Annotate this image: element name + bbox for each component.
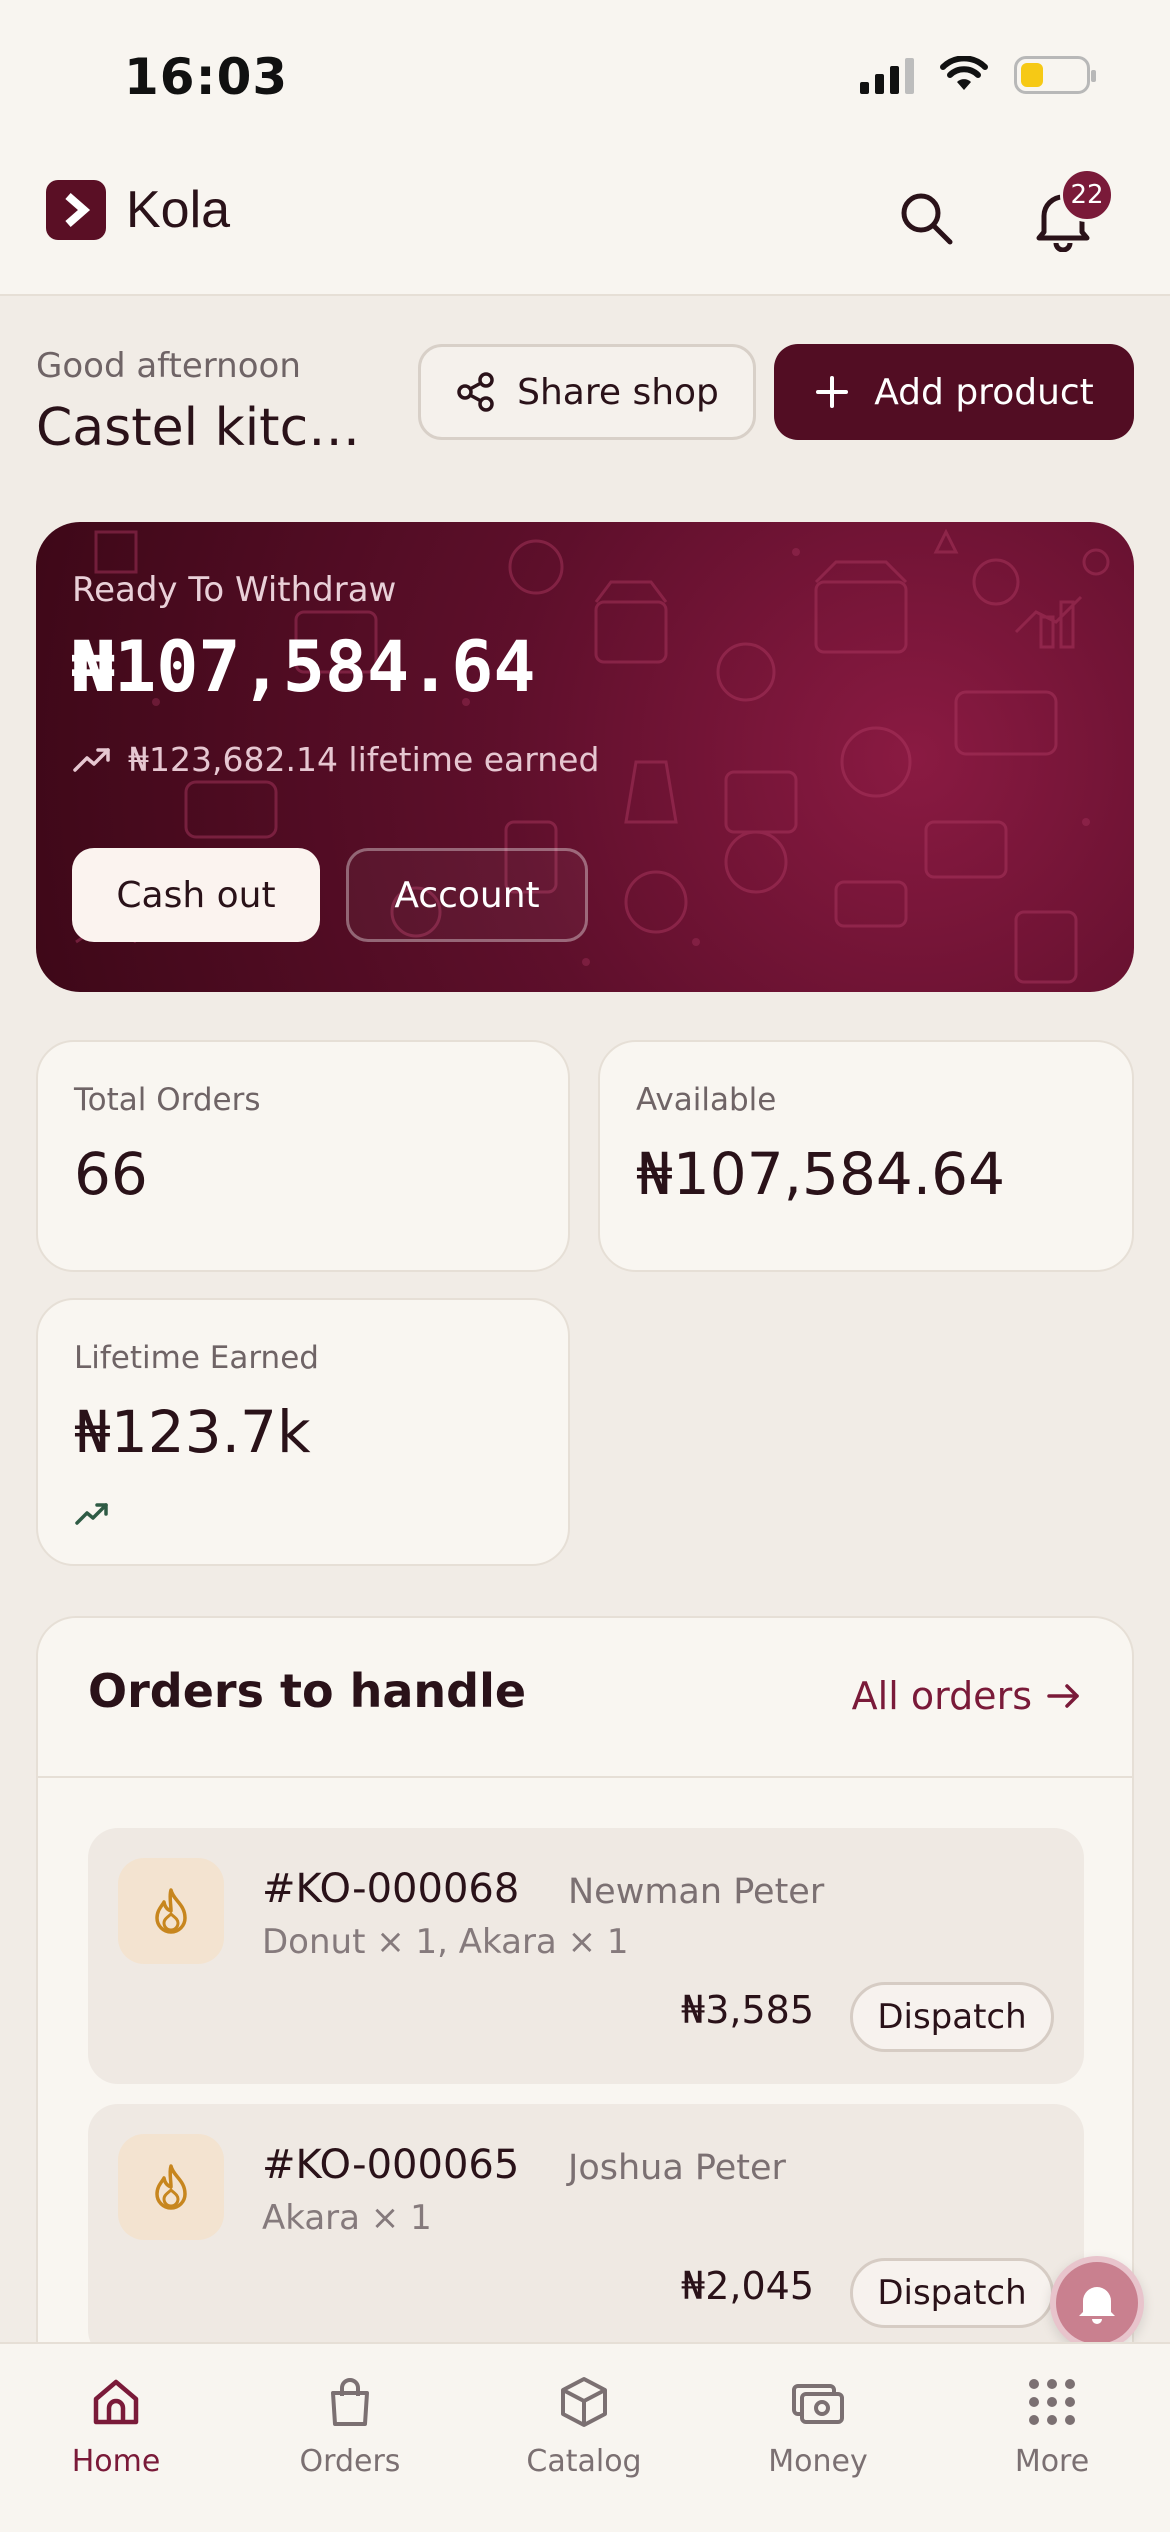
stat-value: ₦123.7k xyxy=(74,1398,311,1466)
add-product-button[interactable]: Add product xyxy=(774,344,1134,440)
flame-icon xyxy=(155,2164,187,2210)
order-customer: Newman Peter xyxy=(568,1872,825,1912)
bell-icon xyxy=(1079,2287,1115,2324)
nav-label: Home xyxy=(71,2444,161,2479)
logo-mark-icon xyxy=(46,180,106,240)
app-name: Kola xyxy=(126,181,231,239)
order-price: ₦2,045 xyxy=(681,2264,814,2308)
wallet-lifetime: ₦123,682.14 lifetime earned xyxy=(72,740,599,779)
greeting-text: Good afternoon xyxy=(36,346,301,386)
notification-count-badge: 22 xyxy=(1060,168,1114,222)
flame-icon xyxy=(155,1888,187,1934)
wifi-icon xyxy=(940,56,988,90)
trend-up-icon xyxy=(75,1503,108,1525)
orders-title: Orders to handle xyxy=(88,1664,527,1718)
nav-item-orders[interactable]: Orders xyxy=(250,2374,450,2479)
account-button[interactable]: Account xyxy=(346,848,588,942)
orders-panel: Orders to handle All orders #KO-000068 N… xyxy=(36,1616,1134,2376)
nav-label: More xyxy=(1014,2444,1090,2479)
search-button[interactable] xyxy=(896,188,956,248)
dispatch-button[interactable]: Dispatch xyxy=(850,2258,1054,2328)
nav-label: Catalog xyxy=(526,2444,642,2479)
stat-label: Lifetime Earned xyxy=(74,1340,319,1376)
order-items: Akara × 1 xyxy=(262,2198,432,2238)
add-product-label: Add product xyxy=(874,371,1094,413)
order-items: Donut × 1, Akara × 1 xyxy=(262,1922,629,1962)
share-shop-button[interactable]: Share shop xyxy=(418,344,756,440)
all-orders-label: All orders xyxy=(851,1674,1032,1718)
nav-label: Orders xyxy=(299,2444,401,2479)
orders-header: Orders to handle All orders xyxy=(38,1618,1132,1778)
stat-card-lifetime-earned: Lifetime Earned ₦123.7k xyxy=(36,1298,570,1566)
home-icon xyxy=(93,2379,139,2425)
share-icon xyxy=(457,372,494,412)
plus-icon xyxy=(816,376,849,408)
stat-label: Total Orders xyxy=(74,1082,261,1118)
wallet-label: Ready To Withdraw xyxy=(72,570,397,610)
bag-icon xyxy=(331,2378,369,2426)
money-icon xyxy=(792,2384,844,2424)
stat-card-total-orders: Total Orders 66 xyxy=(36,1040,570,1272)
shop-name: Castel kitch... xyxy=(36,398,376,458)
order-id: #KO-000068 xyxy=(262,1866,520,1912)
nav-label: Money xyxy=(768,2444,868,2479)
wallet-amount: ₦107,584.64 xyxy=(72,626,536,708)
app-logo[interactable]: Kola xyxy=(46,180,230,240)
status-icons xyxy=(860,56,1096,94)
order-status-icon xyxy=(118,1858,224,1964)
all-orders-link[interactable]: All orders xyxy=(852,1674,1082,1718)
arrow-right-icon xyxy=(1047,1684,1079,1708)
bottom-nav: Home Orders Catalog Money More xyxy=(0,2342,1170,2532)
stat-value: ₦107,584.64 xyxy=(636,1140,1005,1208)
cash-out-button[interactable]: Cash out xyxy=(72,848,320,942)
order-customer: Joshua Peter xyxy=(568,2148,786,2188)
order-status-icon xyxy=(118,2134,224,2240)
stat-label: Available xyxy=(636,1082,777,1118)
nav-item-money[interactable]: Money xyxy=(718,2374,918,2479)
grid-icon xyxy=(1029,2379,1075,2425)
share-shop-label: Share shop xyxy=(517,371,719,413)
stat-value: 66 xyxy=(74,1140,148,1208)
nav-item-catalog[interactable]: Catalog xyxy=(484,2374,684,2479)
box-icon xyxy=(561,2377,607,2427)
trend-up-icon xyxy=(73,747,110,772)
order-id: #KO-000065 xyxy=(262,2142,520,2188)
nav-item-more[interactable]: More xyxy=(952,2374,1152,2479)
order-item[interactable]: #KO-000065 Joshua Peter Akara × 1 ₦2,045… xyxy=(88,2104,1084,2360)
dispatch-button[interactable]: Dispatch xyxy=(850,1982,1054,2052)
search-icon xyxy=(901,193,953,245)
battery-icon xyxy=(1014,56,1096,94)
order-price: ₦3,585 xyxy=(681,1988,814,2032)
wallet-card: Ready To Withdraw ₦107,584.64 ₦123,682.1… xyxy=(36,522,1134,992)
status-time: 16:03 xyxy=(124,48,289,106)
status-bar: 16:03 xyxy=(0,0,1170,150)
wallet-lifetime-text: ₦123,682.14 lifetime earned xyxy=(128,740,600,779)
signal-icon xyxy=(860,56,914,94)
app-header: Kola 22 xyxy=(0,150,1170,296)
floating-notification-button[interactable] xyxy=(1050,2256,1144,2350)
order-item[interactable]: #KO-000068 Newman Peter Donut × 1, Akara… xyxy=(88,1828,1084,2084)
nav-item-home[interactable]: Home xyxy=(16,2374,216,2479)
stat-card-available: Available ₦107,584.64 xyxy=(598,1040,1134,1272)
